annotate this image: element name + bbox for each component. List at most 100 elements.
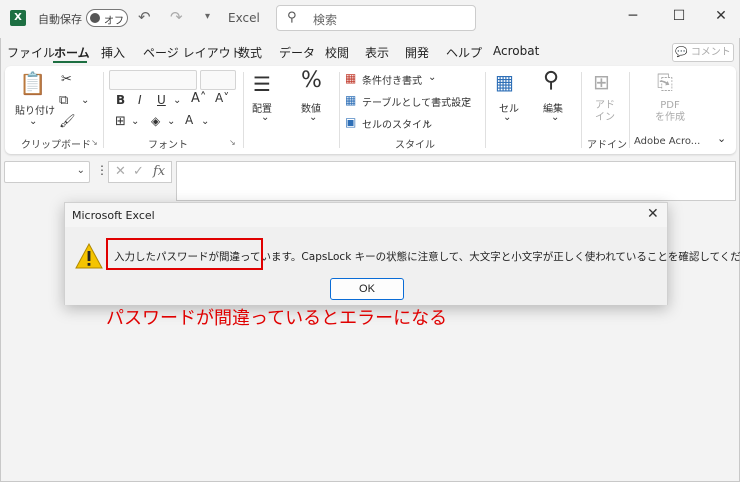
menu-review[interactable]: 校閲: [325, 44, 349, 61]
paste-label[interactable]: 貼り付け: [15, 102, 55, 117]
formula-input[interactable]: [176, 161, 736, 201]
font-launcher-icon[interactable]: ↘: [229, 138, 236, 147]
formula-bar-buttons: ✕ ✓ fx: [108, 161, 172, 183]
ribbon: 📋 貼り付け ⌄ ✂ ⧉ ⌄ 🖌 クリップボード ↘ B I U ⌄ A˄ A˅…: [5, 66, 736, 154]
menu-file[interactable]: ファイル: [7, 44, 55, 61]
menu-help[interactable]: ヘルプ: [446, 44, 482, 61]
search-icon: ⚲: [287, 10, 297, 25]
conditional-format-button[interactable]: 条件付き書式: [362, 72, 422, 87]
redo-icon[interactable]: ↷: [170, 8, 183, 26]
addins-icon[interactable]: ⊞: [593, 70, 610, 94]
collapse-ribbon-icon[interactable]: ⌄: [717, 132, 726, 145]
cells-icon[interactable]: ▦: [495, 70, 514, 94]
ribbon-divider: [243, 72, 244, 148]
copy-dropdown-icon[interactable]: ⌄: [81, 95, 89, 106]
format-as-table-dropdown-icon[interactable]: ⌄: [463, 94, 471, 105]
underline-dropdown-icon[interactable]: ⌄: [173, 95, 181, 106]
format-painter-icon[interactable]: 🖌: [59, 114, 76, 129]
menu-formulas[interactable]: 数式: [238, 44, 262, 61]
pdf-icon[interactable]: ⎘: [657, 70, 673, 94]
warning-icon: [75, 243, 103, 269]
alignment-dropdown-icon[interactable]: ⌄: [261, 112, 269, 123]
percent-icon[interactable]: %: [301, 68, 322, 93]
highlight-box: [106, 238, 263, 270]
group-label-addins: アドイン: [587, 140, 627, 151]
create-pdf-button-label[interactable]: PDF を作成: [655, 100, 685, 124]
toggle-knob: [90, 13, 100, 23]
format-as-table-button[interactable]: テーブルとして書式設定: [362, 94, 471, 109]
number-dropdown-icon[interactable]: ⌄: [309, 112, 317, 123]
ribbon-divider: [629, 72, 630, 148]
comment-button-label: コメント: [690, 47, 731, 58]
search-placeholder: 検索: [313, 13, 338, 27]
undo-icon[interactable]: ↶: [138, 8, 151, 26]
formula-bar-grip-icon[interactable]: ⋮: [96, 163, 108, 177]
toggle-state-label: オフ: [104, 16, 124, 27]
font-color-dropdown-icon[interactable]: ⌄: [201, 116, 209, 127]
document-title: Excel: [228, 11, 260, 25]
editing-dropdown-icon[interactable]: ⌄: [551, 112, 559, 123]
search-box[interactable]: ⚲ 検索: [276, 5, 476, 31]
paste-dropdown-icon[interactable]: ⌄: [29, 116, 37, 127]
addins-button-label[interactable]: アド イン: [595, 100, 615, 124]
active-tab-indicator: [53, 61, 87, 63]
menu-home[interactable]: ホーム: [54, 44, 90, 61]
confirm-entry-icon[interactable]: ✓: [133, 164, 144, 179]
font-name-dropdown[interactable]: [109, 70, 197, 90]
menu-page-layout[interactable]: ページ レイアウト: [143, 44, 243, 61]
format-table-icon: ▦: [345, 93, 357, 107]
cells-dropdown-icon[interactable]: ⌄: [503, 112, 511, 123]
group-label-adobe: Adobe Acro...: [634, 136, 701, 147]
menu-insert[interactable]: 挿入: [101, 44, 125, 61]
quick-access-more-icon[interactable]: ▾: [205, 11, 210, 22]
ribbon-divider: [103, 72, 104, 148]
annotation-caption: パスワードが間違っているとエラーになる: [106, 308, 448, 329]
editing-search-icon[interactable]: ⚲: [543, 68, 559, 93]
cell-styles-icon: ▣: [345, 115, 357, 129]
insert-function-icon[interactable]: fx: [153, 164, 165, 179]
borders-icon[interactable]: ⊞: [115, 114, 126, 129]
menu-data[interactable]: データ: [279, 44, 315, 61]
conditional-format-icon: ▦: [345, 71, 357, 85]
name-box-dropdown-icon[interactable]: ⌄: [77, 165, 85, 176]
comment-button[interactable]: 💬 コメント: [672, 43, 734, 62]
cell-styles-button[interactable]: セルのスタイル: [362, 116, 432, 131]
excel-logo-icon: X: [10, 10, 26, 26]
underline-icon[interactable]: U: [157, 93, 166, 107]
cancel-entry-icon[interactable]: ✕: [115, 164, 126, 179]
title-bar: X 自動保存 オフ ↶ ↷ ▾ Excel ⚲ 検索 ─ ☐ ✕: [0, 0, 740, 38]
italic-icon[interactable]: I: [138, 93, 142, 107]
menu-view[interactable]: 表示: [365, 44, 389, 61]
minimize-icon[interactable]: ─: [623, 8, 643, 24]
menu-bar: ファイル ホーム 挿入 ページ レイアウト 数式 データ 校閲 表示 開発 ヘル…: [0, 40, 740, 64]
close-window-icon[interactable]: ✕: [711, 8, 731, 24]
group-label-clipboard: クリップボード: [21, 140, 91, 151]
dialog-close-icon[interactable]: ✕: [647, 206, 659, 222]
menu-developer[interactable]: 開発: [405, 44, 429, 61]
cut-icon[interactable]: ✂: [61, 72, 72, 87]
name-box[interactable]: ⌄: [4, 161, 90, 183]
clipboard-launcher-icon[interactable]: ↘: [91, 138, 98, 147]
ok-button[interactable]: OK: [330, 278, 404, 300]
group-label-styles: スタイル: [395, 140, 435, 151]
cell-styles-dropdown-icon[interactable]: ⌄: [423, 116, 431, 127]
increase-font-icon[interactable]: A˄: [191, 91, 206, 106]
autosave-toggle[interactable]: オフ: [86, 9, 128, 27]
decrease-font-icon[interactable]: A˅: [215, 91, 229, 105]
copy-icon[interactable]: ⧉: [59, 93, 68, 108]
ribbon-divider: [581, 72, 582, 148]
paste-icon[interactable]: 📋: [19, 72, 46, 97]
fill-color-icon[interactable]: ◈: [151, 114, 160, 128]
conditional-format-dropdown-icon[interactable]: ⌄: [428, 72, 436, 83]
font-color-icon[interactable]: A: [185, 113, 193, 127]
alignment-icon[interactable]: ☰: [253, 72, 271, 96]
group-label-font: フォント: [148, 140, 188, 151]
fill-color-dropdown-icon[interactable]: ⌄: [167, 116, 175, 127]
font-size-dropdown[interactable]: [200, 70, 236, 90]
bold-icon[interactable]: B: [116, 93, 125, 107]
autosave-label: 自動保存: [38, 13, 82, 26]
menu-acrobat[interactable]: Acrobat: [493, 44, 539, 58]
maximize-icon[interactable]: ☐: [669, 8, 689, 24]
ribbon-divider: [485, 72, 486, 148]
borders-dropdown-icon[interactable]: ⌄: [131, 116, 139, 127]
